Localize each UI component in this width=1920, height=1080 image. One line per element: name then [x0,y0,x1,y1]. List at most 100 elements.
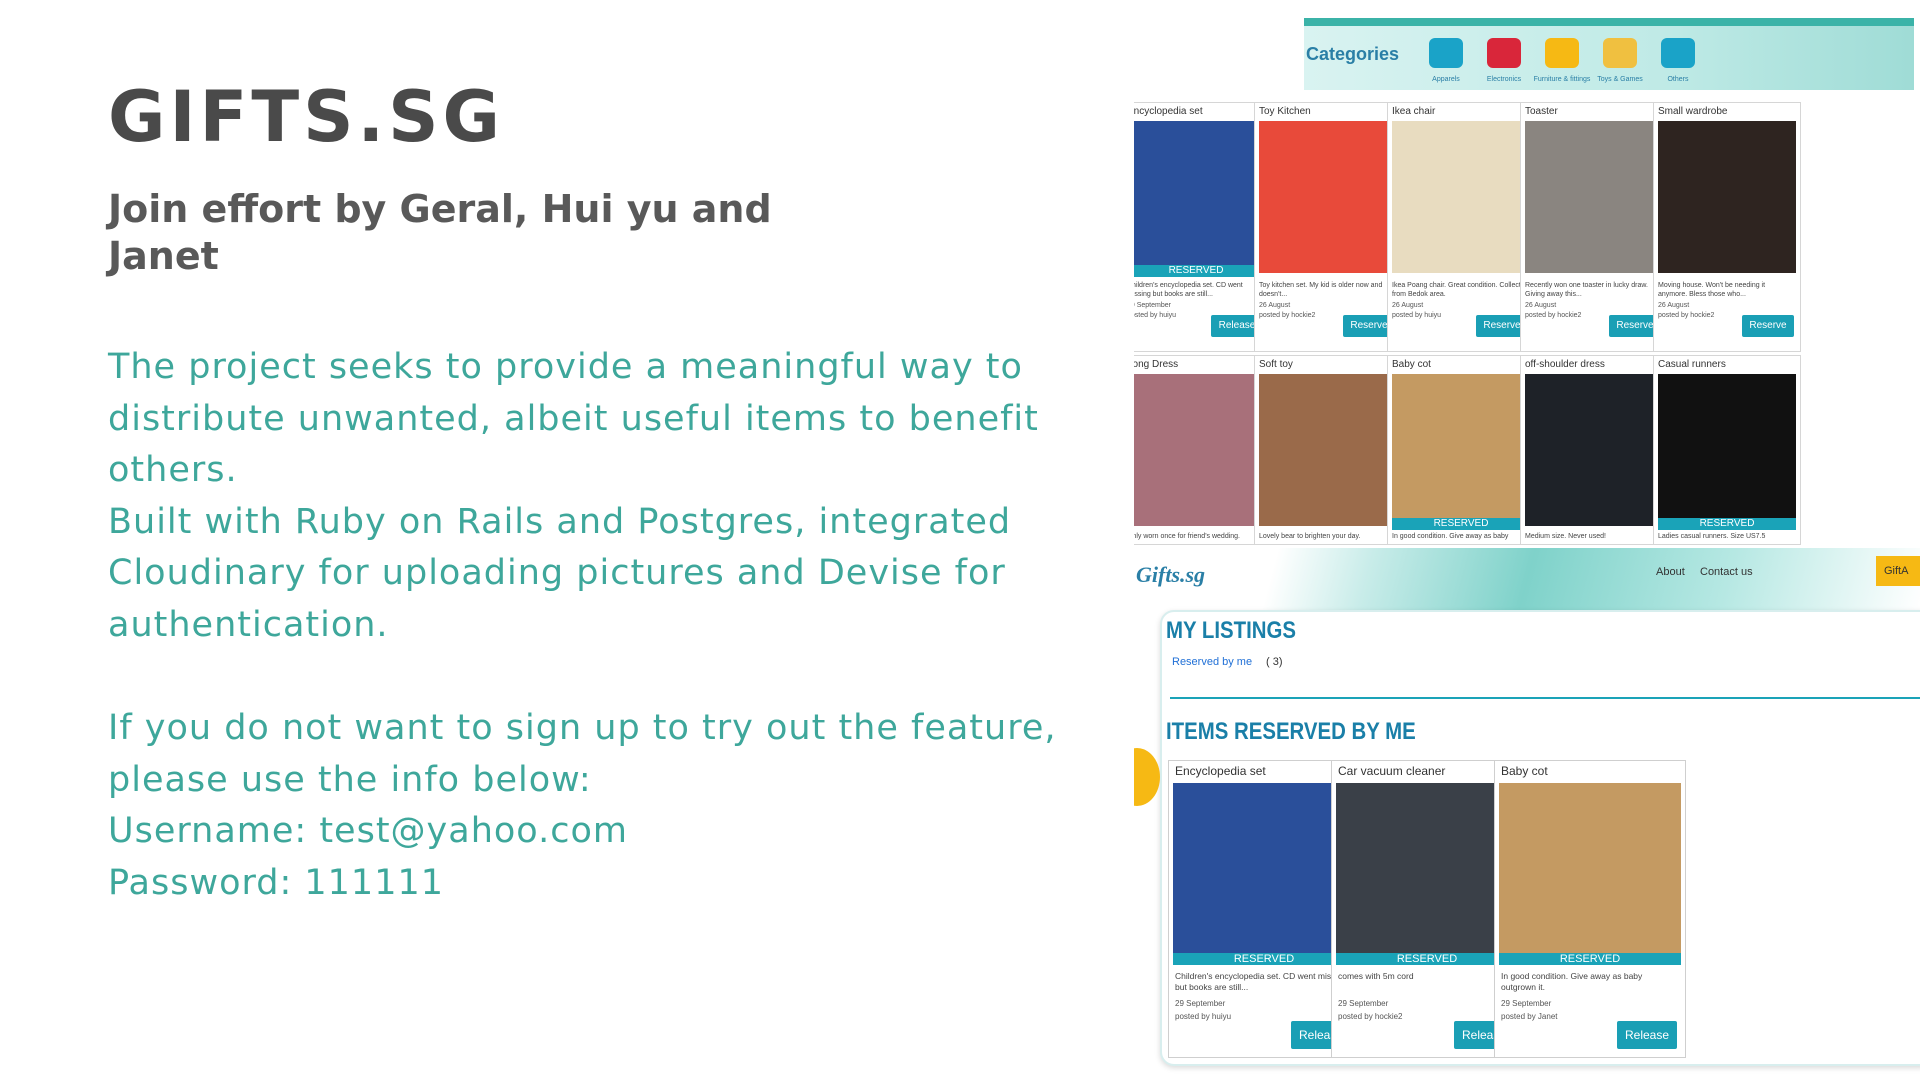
description-line: The project seeks to provide a meaningfu… [108,347,1023,387]
listing-title: off-shoulder dress [1525,359,1605,370]
listing-description: Toy kitchen set. My kid is older now and… [1259,282,1383,298]
reserved-item-poster: posted by Janet [1501,1012,1558,1021]
reserved-by-me-link[interactable]: Reserved by me [1172,656,1252,668]
reserved-item-date: 29 September [1338,999,1389,1008]
test-credentials: If you do not want to sign up to try out… [108,703,1088,909]
toy-bear-icon [1603,38,1637,68]
sofa-icon [1545,38,1579,68]
listing-title: Encyclopedia set [1134,106,1203,117]
item-photo [1134,374,1265,526]
item-photo [1259,374,1397,526]
nav-contact-link[interactable]: Contact us [1700,566,1753,578]
release-button[interactable]: Release [1617,1021,1677,1049]
listing-card[interactable]: Ikea chair Ikea Poang chair. Great condit… [1387,102,1535,352]
description-line: distribute unwanted, albeit useful items… [108,398,1039,439]
listing-card[interactable]: Soft toy Lovely bear to brighten your day… [1254,355,1402,545]
credentials-line: please use the info below: [108,759,592,800]
listing-card[interactable]: Toaster Recently won one toaster in lucky… [1520,102,1668,352]
item-photo [1658,374,1796,526]
divider [1170,697,1920,699]
item-photo [1658,121,1796,273]
item-photo [1525,374,1663,526]
category-item[interactable]: Others [1643,38,1713,83]
listing-date: 26 August [1525,302,1557,309]
reserved-badge: RESERVED [1134,265,1265,277]
item-photo [1134,121,1265,273]
listing-card[interactable]: Toy Kitchen Toy kitchen set. My kid is ol… [1254,102,1402,352]
listing-description: Recently won one toaster in lucky draw. … [1525,282,1648,298]
listing-title: Toaster [1525,106,1558,117]
reserved-item-description: comes with 5m cord [1338,971,1414,981]
username-line: Username: test@yahoo.com [108,811,628,851]
item-photo [1525,121,1663,273]
gift-icon [1661,38,1695,68]
listing-poster: posted by huiyu [1134,312,1177,319]
reserve-button[interactable]: Reserve [1742,315,1794,337]
description-line: others. [108,450,238,490]
reserved-item-date: 29 September [1501,999,1552,1008]
listing-card[interactable]: off-shoulder dress Medium size. Never use… [1520,355,1668,545]
listing-card[interactable]: Casual runners RESERVED Ladies casual runn… [1653,355,1801,545]
reserved-item-description: Children's encyclopedia set. CD went mis… [1175,971,1347,992]
listing-card[interactable]: Small wardrobe Moving house. Won't be nee… [1653,102,1801,352]
listing-description: In good condition. Give away as baby [1392,533,1509,540]
slide-subtitle: Join effort by Geral, Hui yu and Janet [108,187,772,278]
reserved-item-poster: posted by huiyu [1175,1012,1232,1021]
listing-poster: posted by huiyu [1392,312,1442,319]
shirt-icon [1429,38,1463,68]
listing-card[interactable]: Baby cot RESERVED In good condition. Give … [1387,355,1535,545]
nav-about-link[interactable]: About [1656,566,1685,578]
listing-description: Only worn once for friend's wedding. [1134,533,1241,540]
reserved-badge: RESERVED [1336,953,1518,965]
item-photo [1173,783,1355,959]
listing-card[interactable]: Long Dress Only worn once for friend's we… [1134,355,1270,545]
reserved-item-date: 29 September [1175,999,1226,1008]
listing-poster: posted by hockie2 [1658,312,1715,319]
reserved-item-title: Baby cot [1501,764,1548,778]
reserved-badge: RESERVED [1658,518,1796,530]
listing-date: 26 August [1658,302,1690,309]
description-line: Built with Ruby on Rails and Postgres, i… [108,501,1012,542]
app-screenshot: Categories Apparels Electronics Furniture … [1134,0,1920,1080]
listing-title: Baby cot [1392,359,1431,370]
listing-date: 29 September [1134,302,1171,309]
description-line: authentication. [108,604,389,645]
items-reserved-heading: ITEMS RESERVED BY ME [1166,718,1416,745]
listing-description: Lovely bear to brighten your day. [1259,533,1361,540]
description-line: Cloudinary for uploading pictures and De… [108,553,1006,593]
my-listings-heading: MY LISTINGS [1166,617,1296,644]
reserved-badge: RESERVED [1392,518,1530,530]
listing-card[interactable]: Encyclopedia set RESERVED Children's encyc… [1134,102,1270,352]
credentials-line: If you do not want to sign up to try out… [108,708,1057,748]
reserved-item-poster: posted by hockie2 [1338,1012,1403,1021]
reserved-badge: RESERVED [1499,953,1681,965]
listing-description: Ladies casual runners. Size US7.5 [1658,533,1766,540]
project-description: The project seeks to provide a meaningfu… [108,342,1088,651]
listing-title: Ikea chair [1392,106,1436,117]
listing-title: Small wardrobe [1658,106,1728,117]
listing-date: 26 August [1392,302,1424,309]
reserved-item-description: In good condition. Give away as baby out… [1501,971,1643,992]
listing-poster: posted by hockie2 [1525,312,1582,319]
categories-title: Categories [1306,44,1400,64]
listing-title: Toy Kitchen [1259,106,1311,117]
navbar [1134,548,1920,610]
item-photo [1392,121,1530,273]
gift-button[interactable]: GiftA [1876,556,1920,586]
listing-title: Casual runners [1658,359,1726,370]
listing-poster: posted by hockie2 [1259,312,1316,319]
toaster-icon [1487,38,1521,68]
listing-title: Long Dress [1134,359,1179,370]
site-logo[interactable]: Gifts.sg [1136,562,1205,588]
reserved-item-card[interactable]: Baby cot RESERVED In good condition. Give … [1494,760,1686,1058]
password-line: Password: 111111 [108,862,445,903]
reserved-badge: RESERVED [1173,953,1355,965]
category-label: Others [1667,76,1689,83]
listing-date: 26 August [1259,302,1291,309]
decorative-circle [1134,748,1160,806]
slide-title: GIFTS.SG [108,76,504,158]
listing-description: Ikea Poang chair. Great condition. Colle… [1392,282,1521,298]
listing-description: Children's encyclopedia set. CD went mis… [1134,282,1243,298]
reserved-count: ( 3) [1266,656,1283,668]
item-photo [1499,783,1681,959]
